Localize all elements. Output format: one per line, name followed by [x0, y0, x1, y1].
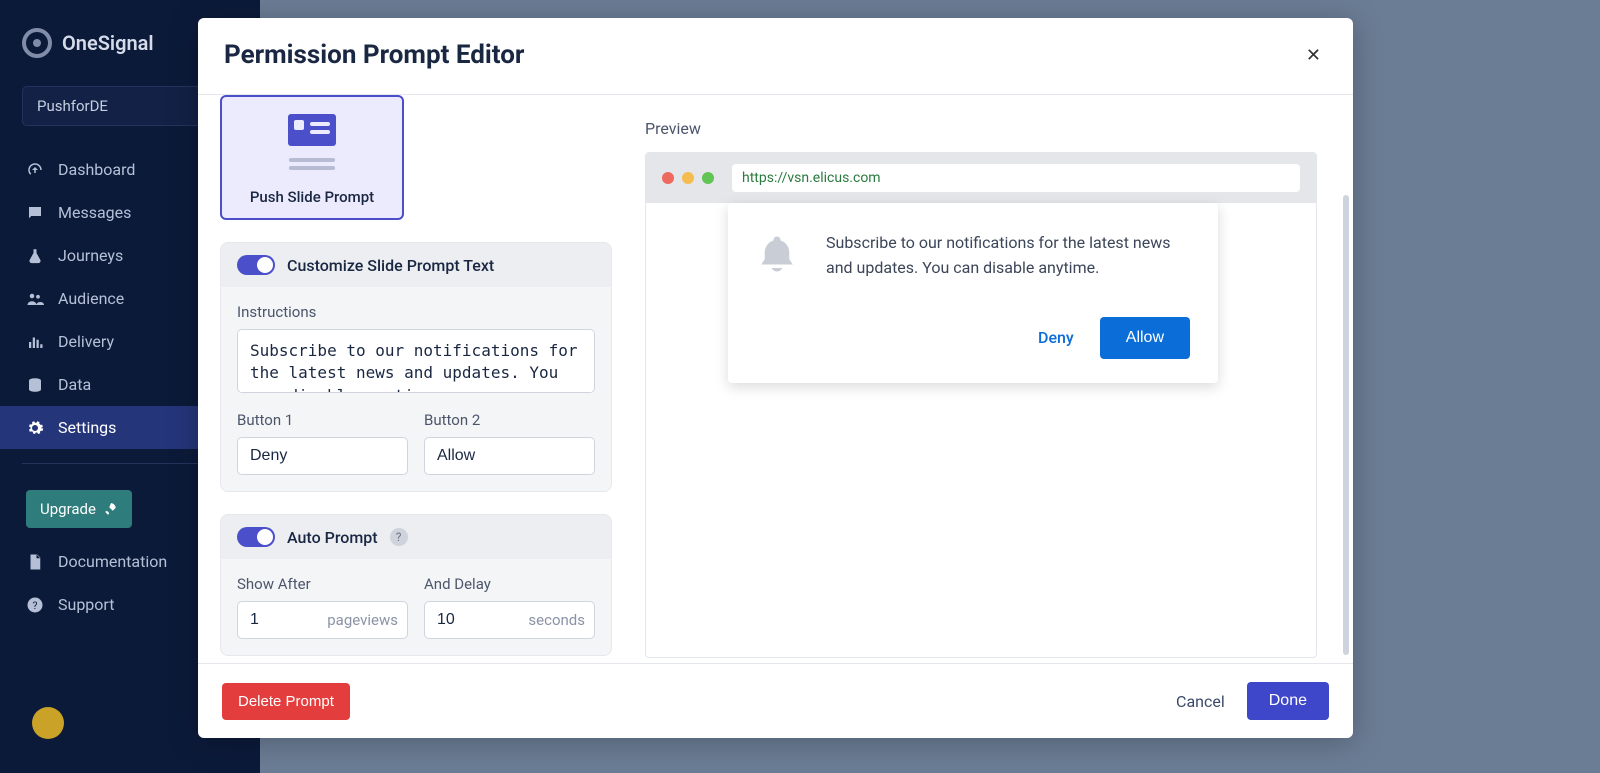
slide-prompt-icon [288, 114, 336, 146]
rocket-icon [104, 502, 118, 516]
cancel-button[interactable]: Cancel [1176, 692, 1225, 711]
browser-chrome: https://vsn.elicus.com [646, 153, 1316, 203]
preview-panel: Preview https://vsn.elicus.com Subscri [615, 95, 1353, 663]
svg-text:?: ? [33, 598, 38, 611]
modal-body: Push Slide Prompt Customize Slide Prompt… [198, 95, 1353, 663]
show-after-label: Show After [237, 575, 408, 593]
document-icon [26, 553, 44, 571]
database-icon [26, 376, 44, 394]
auto-prompt-title: Auto Prompt [287, 528, 378, 547]
sidebar-item-label: Data [58, 375, 91, 394]
show-after-unit: pageviews [327, 611, 398, 629]
instructions-label: Instructions [237, 303, 595, 321]
scrollbar[interactable] [1343, 195, 1349, 655]
preview-label: Preview [645, 119, 1317, 138]
gear-icon [26, 419, 44, 437]
upgrade-label: Upgrade [40, 500, 96, 518]
brand-name: OneSignal [62, 31, 154, 55]
avatar[interactable] [32, 707, 64, 739]
sidebar-item-label: Messages [58, 203, 131, 222]
prompt-type-card[interactable]: Push Slide Prompt [220, 95, 404, 220]
modal-footer: Delete Prompt Cancel Done [198, 663, 1353, 738]
traffic-light-min-icon [682, 172, 694, 184]
button2-input[interactable] [424, 437, 595, 475]
sidebar-item-label: Audience [58, 289, 124, 308]
auto-prompt-toggle[interactable] [237, 527, 275, 547]
and-delay-unit: seconds [528, 611, 585, 629]
close-button[interactable]: ✕ [1300, 41, 1327, 70]
preview-message: Subscribe to our notifications for the l… [826, 231, 1190, 281]
button2-label: Button 2 [424, 411, 595, 429]
preview-content: Subscribe to our notifications for the l… [646, 203, 1316, 658]
onesignal-icon [22, 28, 52, 58]
delete-prompt-button[interactable]: Delete Prompt [222, 683, 350, 720]
button1-label: Button 1 [237, 411, 408, 429]
preview-allow-button[interactable]: Allow [1100, 317, 1190, 359]
sidebar-item-label: Documentation [58, 552, 167, 571]
url-bar: https://vsn.elicus.com [732, 164, 1300, 192]
sidebar-item-label: Journeys [58, 246, 123, 265]
modal-title: Permission Prompt Editor [224, 40, 524, 70]
sidebar-item-label: Support [58, 595, 114, 614]
upgrade-button[interactable]: Upgrade [26, 490, 132, 528]
customize-text-toggle[interactable] [237, 255, 275, 275]
preview-box: https://vsn.elicus.com Subscribe to our … [645, 152, 1317, 658]
preview-deny-button[interactable]: Deny [1038, 328, 1074, 347]
and-delay-label: And Delay [424, 575, 595, 593]
editor-left-panel: Push Slide Prompt Customize Slide Prompt… [220, 95, 615, 663]
bar-chart-icon [26, 333, 44, 351]
decorative-lines [289, 158, 335, 162]
sidebar-item-label: Delivery [58, 332, 114, 351]
auto-prompt-section: Auto Prompt ? Show After pageviews [220, 514, 612, 656]
users-icon [26, 290, 44, 308]
customize-text-title: Customize Slide Prompt Text [287, 256, 494, 275]
customize-text-section: Customize Slide Prompt Text Instructions… [220, 242, 612, 492]
permission-prompt-editor-modal: Permission Prompt Editor ✕ Push Slide Pr… [198, 18, 1353, 738]
help-icon[interactable]: ? [390, 528, 408, 546]
bell-icon [756, 233, 798, 275]
app-name: PushforDE [37, 97, 108, 115]
chat-icon [26, 204, 44, 222]
traffic-light-close-icon [662, 172, 674, 184]
modal-header: Permission Prompt Editor ✕ [198, 18, 1353, 95]
sidebar-item-label: Dashboard [58, 160, 135, 179]
flask-icon [26, 247, 44, 265]
help-icon: ? [26, 596, 44, 614]
slide-prompt-preview: Subscribe to our notifications for the l… [728, 203, 1218, 383]
traffic-light-max-icon [702, 172, 714, 184]
button1-input[interactable] [237, 437, 408, 475]
done-button[interactable]: Done [1247, 682, 1329, 720]
customize-text-header: Customize Slide Prompt Text [221, 243, 611, 287]
auto-prompt-header: Auto Prompt ? [221, 515, 611, 559]
instructions-textarea[interactable] [237, 329, 595, 393]
type-card-label: Push Slide Prompt [250, 188, 374, 218]
close-icon: ✕ [1306, 45, 1321, 66]
sidebar-item-label: Settings [58, 418, 116, 437]
gauge-icon [26, 161, 44, 179]
